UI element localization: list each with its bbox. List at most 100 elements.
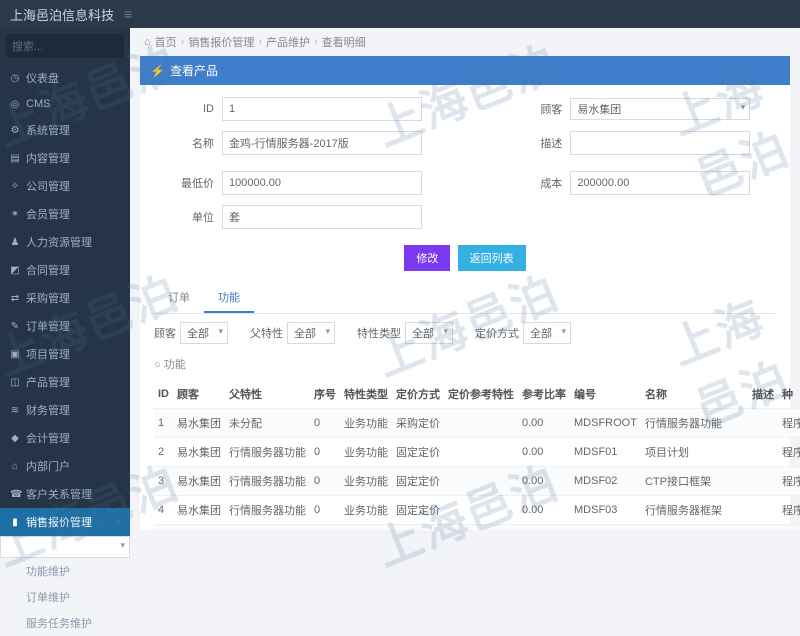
sidebar-item-2[interactable]: ⚙ 系统管理 <box>0 116 130 144</box>
unit-field[interactable] <box>222 205 422 229</box>
table-row[interactable]: 4易水集团行情服务器功能0业务功能固定定价0.00MDSF03行情服务器框架程序 <box>154 496 800 525</box>
sidebar-item-11[interactable]: ◫产品管理 <box>0 368 130 396</box>
table-cell: 易水集团 <box>173 438 225 467</box>
sidebar-item-0[interactable]: ◷ 仪表盘 <box>0 64 130 92</box>
sidebar-label: 销售报价管理 <box>26 514 92 530</box>
sidebar-item-9[interactable]: ✎订单管理 <box>0 312 130 340</box>
sidebar-sub-1[interactable]: 功能维护 <box>0 558 130 584</box>
col-header: 顾客 <box>173 380 225 409</box>
sidebar-icon: ⚙ <box>10 125 20 136</box>
table-cell: 0 <box>310 496 340 525</box>
breadcrumb: ⌂ 首页 › 销售报价管理 › 产品维护 › 查看明细 <box>130 28 800 56</box>
table-cell <box>748 467 778 496</box>
sidebar-item-14[interactable]: ⌂内部门户 <box>0 452 130 480</box>
sidebar-label: 采购管理 <box>26 290 70 306</box>
sidebar-label: 客户关系管理 <box>26 486 92 502</box>
sidebar-item-12[interactable]: ≋财务管理 <box>0 396 130 424</box>
sidebar-icon: ☎ <box>10 489 20 500</box>
sidebar: 搜索... ◷ 仪表盘 ◎CMS ⚙ 系统管理 ▤内容管理✧公司管理✶会员管理♟人力资源管… <box>0 28 130 530</box>
sidebar-item-6[interactable]: ♟人力资源管理 <box>0 228 130 256</box>
unit-label: 单位 <box>154 209 214 225</box>
home-icon[interactable]: ⌂ <box>144 36 151 48</box>
table-cell: 固定定价 <box>392 438 444 467</box>
table-cell: 程序 <box>778 496 800 525</box>
sidebar-icon: ▮ <box>10 517 20 528</box>
filter-type-label: 特性类型 <box>357 325 401 341</box>
table-cell: 行情服务器功能 <box>225 525 310 531</box>
table-cell: 0.00 <box>518 525 570 531</box>
sidebar-item-8[interactable]: ⇄ 采购管理 <box>0 284 130 312</box>
table-cell: 行情服务器功能 <box>225 467 310 496</box>
sidebar-icon: ⇄ <box>10 293 20 304</box>
sidebar-label: 合同管理 <box>26 262 70 278</box>
col-header: 名称 <box>641 380 748 409</box>
table-row[interactable]: 2易水集团行情服务器功能0业务功能固定定价0.00MDSF01项目计划程序 <box>154 438 800 467</box>
sidebar-item-5[interactable]: ✶会员管理 <box>0 200 130 228</box>
sidebar-label: 订单管理 <box>26 318 70 334</box>
table-cell: 易水集团 <box>173 496 225 525</box>
table-row[interactable]: 3易水集团行情服务器功能0业务功能固定定价0.00MDSF02CTP接口框架程序 <box>154 467 800 496</box>
table-cell <box>748 409 778 438</box>
sidebar-item-10[interactable]: ▣项目管理 <box>0 340 130 368</box>
sidebar-item-1[interactable]: ◎CMS <box>0 92 130 116</box>
sidebar-label: 系统管理 <box>26 122 70 138</box>
table-cell: 业务功能 <box>340 438 392 467</box>
sidebar-icon: ▤ <box>10 153 20 164</box>
tab-feature[interactable]: 功能 <box>204 283 254 313</box>
edit-button[interactable]: 修改 <box>404 245 450 271</box>
customer-select[interactable]: 易水集团 <box>570 98 750 120</box>
filter-type-select[interactable]: 全部 <box>405 322 453 344</box>
cost-field[interactable] <box>570 171 750 195</box>
table-cell: 行情服务器框架 <box>641 496 748 525</box>
sidebar-sub-3[interactable]: 服务任务维护 <box>0 610 130 636</box>
sidebar-label: CMS <box>26 98 50 110</box>
col-header: 特性类型 <box>340 380 392 409</box>
crumb-a[interactable]: 销售报价管理 <box>188 34 254 50</box>
topbar: 上海邑泊信息科技 ≡ <box>0 0 800 28</box>
filter-cust-select[interactable]: 全部 <box>180 322 228 344</box>
table-cell: 固定定价 <box>392 467 444 496</box>
lightning-icon: ⚡ <box>150 64 165 78</box>
table-row[interactable]: 1易水集团未分配0业务功能采购定价0.00MDSFROOT行情服务器功能程序 <box>154 409 800 438</box>
filter-price-select[interactable]: 全部 <box>523 322 571 344</box>
sidebar-search[interactable]: 搜索... <box>6 34 124 58</box>
filter-parent-label: 父特性 <box>250 325 283 341</box>
sidebar-item-3[interactable]: ▤内容管理 <box>0 144 130 172</box>
hamburger-icon[interactable]: ≡ <box>124 6 132 22</box>
sidebar-sub-2[interactable]: 订单维护 <box>0 584 130 610</box>
desc-label: 描述 <box>502 135 562 151</box>
sidebar-item-7[interactable]: ◩合同管理 <box>0 256 130 284</box>
desc-field[interactable] <box>570 131 750 155</box>
table-cell: 程序 <box>778 438 800 467</box>
table-row[interactable]: 5易水集团行情服务器功能0业务功能固定定价0.00MDSF04配置文件设计与读写… <box>154 525 800 531</box>
id-field[interactable] <box>222 97 422 121</box>
sidebar-item-13[interactable]: ◆会计管理 <box>0 424 130 452</box>
name-field[interactable] <box>222 131 422 155</box>
filters: 顾客 全部 父特性 全部 特性类型 全部 定价方式 全部 <box>154 314 776 352</box>
sidebar-icon: ◷ <box>10 73 20 84</box>
table-cell: 0.00 <box>518 438 570 467</box>
tab-order[interactable]: 订单 <box>154 283 204 313</box>
table-cell: 2 <box>154 438 173 467</box>
col-header: 参考比率 <box>518 380 570 409</box>
crumb-home[interactable]: 首页 <box>155 34 177 50</box>
table-cell: 1 <box>154 409 173 438</box>
back-button[interactable]: 返回列表 <box>458 245 526 271</box>
filter-price-label: 定价方式 <box>475 325 519 341</box>
table-cell <box>748 496 778 525</box>
sidebar-label: 会计管理 <box>26 430 70 446</box>
table-cell: MDSF04 <box>570 525 641 531</box>
sidebar-item-4[interactable]: ✧公司管理 <box>0 172 130 200</box>
sidebar-item-15[interactable]: ☎ 客户关系管理 <box>0 480 130 508</box>
sidebar-label: 仪表盘 <box>26 70 59 86</box>
sidebar-label: 项目管理 <box>26 346 70 362</box>
sidebar-item-16[interactable]: ▮销售报价管理‹ <box>0 508 130 536</box>
crumb-b[interactable]: 产品维护 <box>266 34 310 50</box>
filter-parent-select[interactable]: 全部 <box>287 322 335 344</box>
table-cell: 业务功能 <box>340 525 392 531</box>
table-cell: MDSF02 <box>570 467 641 496</box>
price-field[interactable] <box>222 171 422 195</box>
sub-filter[interactable]: ○ 功能 <box>154 352 776 380</box>
table-cell: 行情服务器功能 <box>225 438 310 467</box>
sidebar-sub-0[interactable]: ✚ 产品维护 <box>0 536 130 558</box>
